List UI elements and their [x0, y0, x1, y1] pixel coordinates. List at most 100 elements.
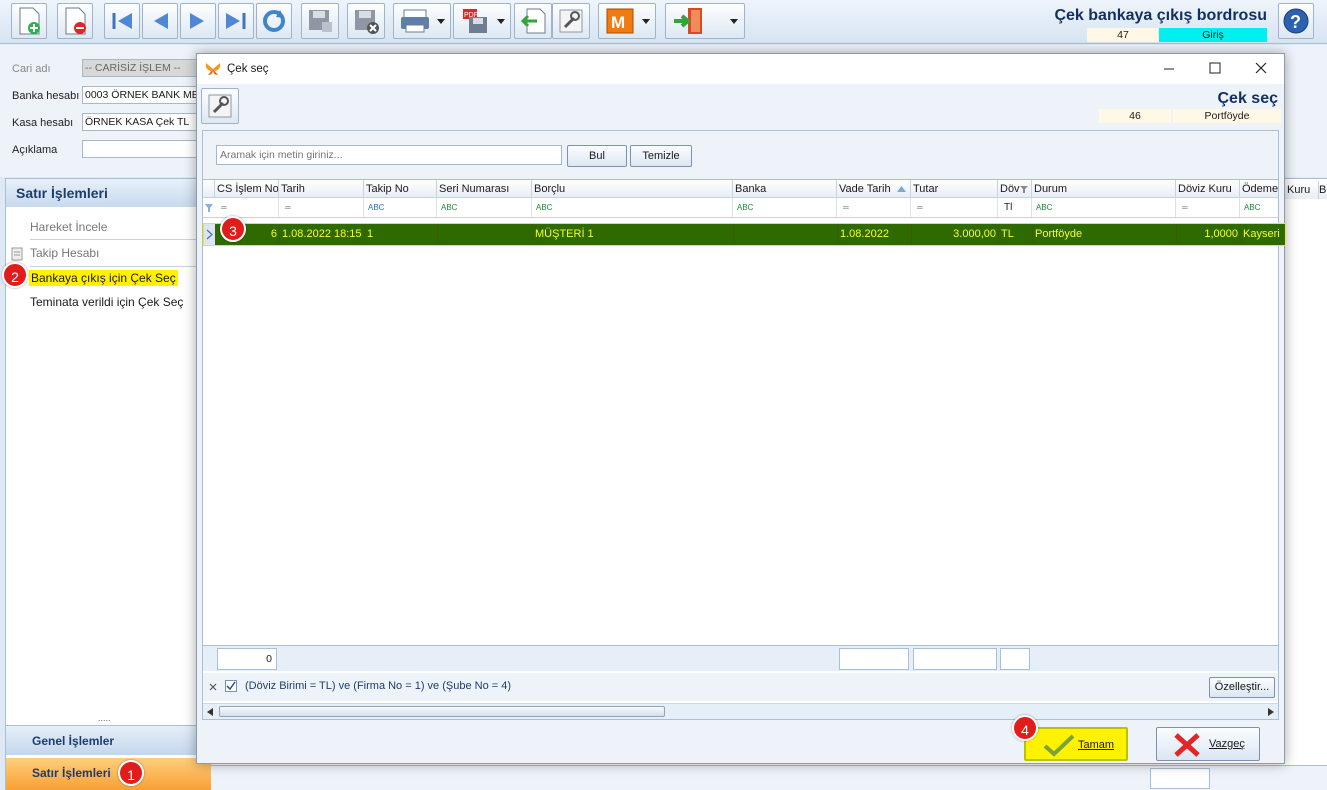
menu-item-teminata-cek-sec[interactable]: Teminata verildi için Çek Seç — [30, 295, 183, 309]
menu-item-takip-hesabi[interactable]: Takip Hesabı — [30, 246, 99, 260]
column-header[interactable]: Ödeme — [1240, 180, 1278, 198]
menu-item-bankaya-cikis-cek-sec[interactable]: Bankaya çıkış için Çek Seç — [29, 270, 178, 286]
butterfly-icon — [205, 63, 221, 75]
menu-item-hareket-incele[interactable]: Hareket İncele — [30, 220, 107, 234]
save-icon — [309, 10, 332, 32]
bg-footer-box — [1150, 768, 1210, 789]
horizontal-scrollbar[interactable] — [203, 703, 1278, 719]
scrollbar-thumb[interactable] — [219, 706, 665, 717]
banka-field[interactable]: 0003 ÖRNEK BANK MEL — [82, 86, 197, 104]
first-record-button[interactable] — [104, 3, 140, 39]
sort-ascending-icon — [897, 186, 906, 192]
save-button[interactable] — [301, 3, 339, 39]
genel-islemler-button[interactable]: Genel İşlemler — [6, 725, 211, 755]
cell-seri-numarasi — [438, 224, 533, 245]
filter-funnel-icon — [1020, 186, 1028, 193]
bg-grid-footer — [210, 765, 1327, 790]
search-input[interactable] — [216, 145, 562, 165]
next-record-button[interactable] — [180, 3, 216, 39]
splitter-grip[interactable]: ..... — [98, 713, 111, 723]
close-icon[interactable] — [1255, 62, 1267, 74]
filter-cell[interactable]: ABC — [1032, 198, 1176, 217]
summary-box — [1000, 648, 1030, 670]
filter-row-icon — [205, 204, 213, 212]
clear-button[interactable]: Temizle — [630, 145, 692, 167]
refresh-button[interactable] — [256, 3, 292, 39]
filter-cell[interactable]: ═ — [1176, 198, 1240, 217]
kasa-label: Kasa hesabı — [12, 117, 74, 129]
account-icon — [11, 247, 23, 261]
satir-islemleri-button[interactable]: Satır İşlemleri — [6, 758, 211, 790]
column-header[interactable]: Durum — [1032, 180, 1176, 198]
new-document-icon — [19, 7, 40, 35]
aciklama-field[interactable] — [82, 140, 197, 158]
step-badge: 3 — [220, 216, 246, 242]
first-record-icon — [112, 13, 132, 29]
filter-cell[interactable]: ABC — [1240, 198, 1278, 217]
customize-button[interactable]: Özelleştir... — [1209, 677, 1275, 698]
column-header[interactable]: Döviz Kuru — [1176, 180, 1240, 198]
settings-icon — [559, 9, 583, 33]
maximize-icon[interactable] — [1209, 62, 1221, 74]
minimize-icon[interactable] — [1163, 63, 1175, 75]
dialog-header-title: Çek seç — [1217, 90, 1279, 107]
filter-cell[interactable]: ABC — [532, 198, 733, 217]
help-button[interactable]: ? — [1278, 3, 1314, 39]
exit-door-icon — [674, 8, 738, 34]
filter-cell[interactable]: ABC — [437, 198, 532, 217]
summary-count: 0 — [217, 648, 277, 670]
filter-cell[interactable]: ABC — [364, 198, 437, 217]
m-menu-button[interactable]: M — [598, 3, 656, 39]
cari-field[interactable]: -- CARİSİZ İŞLEM -- — [82, 59, 197, 77]
dialog-grid-panel: Bul Temizle CS İşlem No Tarih Takip No S… — [202, 130, 1286, 720]
import-icon — [520, 8, 546, 34]
dialog-settings-button[interactable] — [201, 88, 239, 124]
column-header[interactable]: CS İşlem No — [215, 180, 279, 198]
clear-filter-icon[interactable] — [209, 683, 217, 691]
column-header[interactable]: Tutar — [911, 180, 998, 198]
exit-button[interactable] — [665, 3, 745, 39]
bg-grid-header: B — [1319, 181, 1327, 199]
filter-cell[interactable]: ═ — [279, 198, 364, 217]
filter-cell[interactable]: ═ — [911, 198, 998, 217]
cell-doviz: TL — [999, 224, 1033, 245]
table-row[interactable]: 6 1.08.2022 18:15 1 MÜŞTERİ 1 1.08.2022 … — [203, 223, 1286, 246]
bg-grid-header: Kuru — [1285, 181, 1319, 199]
column-header[interactable]: Tarih — [279, 180, 364, 198]
summary-box — [839, 648, 909, 670]
print-button[interactable] — [393, 3, 451, 39]
scroll-left-icon[interactable] — [207, 708, 213, 716]
column-header[interactable]: Borçlu — [532, 180, 733, 198]
filter-cell[interactable]: ═ — [837, 198, 911, 217]
last-record-button[interactable] — [218, 3, 254, 39]
dialog-record-number: 46 — [1099, 109, 1171, 123]
column-header[interactable]: Seri Numarası — [437, 180, 532, 198]
cancel-button[interactable]: Vazgeç — [1156, 727, 1260, 761]
svg-text:?: ? — [1290, 12, 1301, 32]
save-close-button[interactable] — [347, 3, 385, 39]
ok-button[interactable]: Tamam — [1024, 727, 1128, 761]
checkmark-icon — [226, 681, 236, 691]
settings-button[interactable] — [552, 3, 590, 39]
filter-cell[interactable]: ═ — [215, 198, 279, 217]
scroll-right-icon[interactable] — [1268, 708, 1274, 716]
kasa-field[interactable]: ÖRNEK KASA Çek TL — [82, 113, 197, 131]
import-button[interactable] — [514, 3, 552, 39]
find-button[interactable]: Bul — [567, 145, 627, 167]
filter-enable-checkbox[interactable] — [225, 680, 237, 692]
new-document-button[interactable] — [11, 3, 47, 39]
step-badge: 2 — [2, 262, 28, 288]
column-header[interactable]: Banka — [733, 180, 837, 198]
dialog-titlebar: Çek seç — [197, 54, 1284, 84]
filter-expression[interactable]: (Döviz Birimi = TL) ve (Firma No = 1) ve… — [245, 680, 511, 692]
pdf-export-button[interactable]: PDF — [453, 3, 511, 39]
left-action-panel: Satır İşlemleri Hareket İncele Takip Hes… — [5, 178, 211, 790]
cell-tarih: 1.08.2022 18:15 — [280, 224, 365, 245]
filter-cell[interactable]: Tl — [998, 198, 1032, 217]
column-header[interactable]: Takip No — [364, 180, 437, 198]
filter-cell[interactable]: ABC — [733, 198, 837, 217]
cell-odeme: Kayseri — [1243, 228, 1280, 240]
delete-document-button[interactable] — [57, 3, 93, 39]
previous-record-button[interactable] — [142, 3, 178, 39]
cell-banka — [734, 224, 838, 245]
